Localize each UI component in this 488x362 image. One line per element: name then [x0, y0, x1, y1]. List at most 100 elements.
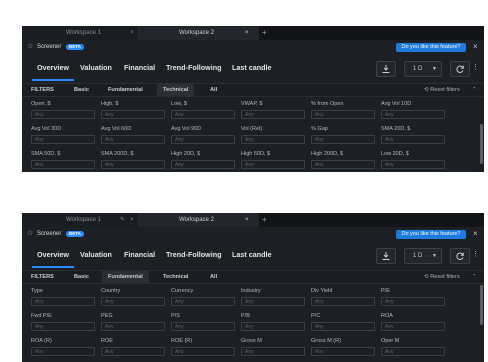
tab-trend-following[interactable]: Trend-Following	[166, 250, 222, 259]
filter-tab-basic[interactable]: Basic	[74, 84, 89, 96]
filter-field-label: Avg Vol 30D	[31, 126, 62, 132]
filter-tab-fundamental[interactable]: Fundamental	[108, 84, 143, 96]
reset-filters-icon: ⟲	[424, 274, 429, 280]
filter-field: Avg Vol 60D Any	[101, 125, 165, 144]
filter-field-input[interactable]: Any	[241, 322, 305, 331]
tab-trend-following[interactable]: Trend-Following	[166, 63, 222, 72]
filter-field: SMA 20D, $ Any	[381, 125, 445, 144]
reset-filters-button[interactable]: ⟲ Reset filters	[424, 271, 460, 283]
chevron-down-icon: ▼	[432, 253, 437, 259]
tab-last-candle[interactable]: Last candle	[232, 250, 272, 259]
filter-field-input[interactable]: Any	[311, 110, 375, 119]
close-icon[interactable]: ×	[473, 40, 478, 54]
filter-field-input[interactable]: Any	[171, 297, 235, 306]
filter-field-input[interactable]: Any	[381, 135, 445, 144]
filter-tab-all[interactable]: All	[210, 271, 217, 283]
download-button[interactable]	[376, 248, 396, 264]
period-select[interactable]: 1 D ▼	[404, 61, 442, 77]
add-workspace-button[interactable]: +	[262, 26, 272, 40]
add-workspace-button[interactable]: +	[262, 213, 272, 227]
tab-valuation[interactable]: Valuation	[80, 63, 112, 72]
filter-field-input[interactable]: Any	[311, 297, 375, 306]
beta-badge: BETA	[66, 44, 84, 50]
filter-field-input[interactable]: Any	[101, 297, 165, 306]
more-vertical-icon[interactable]: ⋮	[472, 250, 479, 258]
close-icon[interactable]: ×	[245, 213, 249, 227]
close-icon[interactable]: ×	[473, 227, 478, 241]
filter-field-input[interactable]: Any	[311, 322, 375, 331]
filter-field-input[interactable]: Any	[171, 160, 235, 169]
filter-field-input[interactable]: Any	[31, 347, 95, 356]
period-select[interactable]: 1 D ▼	[404, 248, 442, 264]
filter-tab-basic[interactable]: Basic	[74, 271, 89, 283]
chevron-up-icon[interactable]: ⌃	[472, 84, 477, 96]
feedback-button[interactable]: Do you like this feature?	[396, 43, 466, 52]
filter-field-input[interactable]: Any	[31, 297, 95, 306]
filter-field-input[interactable]: Any	[31, 110, 95, 119]
filter-field-input[interactable]: Any	[381, 160, 445, 169]
filter-field-input[interactable]: Any	[241, 135, 305, 144]
feedback-button[interactable]: Do you like this feature?	[396, 230, 466, 239]
refresh-button[interactable]	[450, 61, 470, 77]
filter-field-input[interactable]: Any	[31, 135, 95, 144]
filter-field-input[interactable]: Any	[381, 322, 445, 331]
close-icon[interactable]: ×	[245, 26, 249, 40]
filter-field-input[interactable]: Any	[241, 110, 305, 119]
pencil-icon[interactable]: ✎	[120, 213, 125, 227]
tab-overview[interactable]: Overview	[37, 250, 69, 259]
refresh-icon	[456, 252, 464, 260]
filter-tab-all[interactable]: All	[210, 84, 217, 96]
chevron-down-icon: ▼	[432, 66, 437, 72]
filter-field-label: Type	[31, 288, 43, 294]
close-icon[interactable]: ×	[130, 213, 134, 227]
filter-field-input[interactable]: Any	[241, 347, 305, 356]
tab-last-candle[interactable]: Last candle	[232, 63, 272, 72]
tab-financial[interactable]: Financial	[124, 250, 155, 259]
filter-field: ROA Any	[381, 312, 445, 331]
workspace-tab-1[interactable]: Workspace 1 ✎ ×	[22, 213, 139, 227]
filter-field-input[interactable]: Any	[31, 160, 95, 169]
more-vertical-icon[interactable]: ⋮	[472, 63, 479, 71]
filter-tab-technical[interactable]: Technical	[157, 84, 195, 96]
chevron-up-icon[interactable]: ⌃	[472, 271, 477, 283]
filter-field-input[interactable]: Any	[171, 135, 235, 144]
star-icon[interactable]: ☆	[27, 227, 33, 241]
filter-field: P/C Any	[311, 312, 375, 331]
filter-field-input[interactable]: Any	[101, 160, 165, 169]
filter-field-input[interactable]: Any	[311, 135, 375, 144]
filter-field-input[interactable]: Any	[381, 347, 445, 356]
refresh-button[interactable]	[450, 248, 470, 264]
scrollbar[interactable]	[480, 124, 483, 164]
filter-field-input[interactable]: Any	[381, 110, 445, 119]
tab-valuation[interactable]: Valuation	[80, 250, 112, 259]
filter-tab-fundamental[interactable]: Fundamental	[102, 271, 149, 283]
filter-field-input[interactable]: Any	[101, 135, 165, 144]
filter-field-input[interactable]: Any	[101, 347, 165, 356]
reset-filters-label: Reset filters	[430, 274, 460, 280]
filter-field-input[interactable]: Any	[241, 160, 305, 169]
close-icon[interactable]: ×	[130, 26, 134, 40]
filter-field-input[interactable]: Any	[171, 347, 235, 356]
filter-field-input[interactable]: Any	[171, 322, 235, 331]
filter-field-input[interactable]: Any	[311, 160, 375, 169]
workspace-tab-2[interactable]: Workspace 2 ×	[139, 26, 259, 40]
filter-field: Currency Any	[171, 287, 235, 306]
filter-tab-technical[interactable]: Technical	[163, 271, 188, 283]
filter-field-input[interactable]: Any	[311, 347, 375, 356]
filter-field-input[interactable]: Any	[171, 110, 235, 119]
filter-field-label: ROA (R)	[31, 338, 52, 344]
workspace-tab-2[interactable]: Workspace 2 ×	[139, 213, 259, 227]
filter-field-input[interactable]: Any	[381, 297, 445, 306]
filter-field-input[interactable]: Any	[31, 322, 95, 331]
reset-filters-button[interactable]: ⟲ Reset filters	[424, 84, 460, 96]
filter-field-input[interactable]: Any	[101, 110, 165, 119]
workspace-tab-1[interactable]: Workspace 1 ×	[22, 26, 139, 40]
scrollbar[interactable]	[480, 285, 483, 325]
download-button[interactable]	[376, 61, 396, 77]
tab-financial[interactable]: Financial	[124, 63, 155, 72]
filter-field-input[interactable]: Any	[101, 322, 165, 331]
filter-field-input[interactable]: Any	[241, 297, 305, 306]
beta-badge: BETA	[66, 231, 84, 237]
star-icon[interactable]: ☆	[27, 40, 33, 54]
tab-overview[interactable]: Overview	[37, 63, 69, 72]
